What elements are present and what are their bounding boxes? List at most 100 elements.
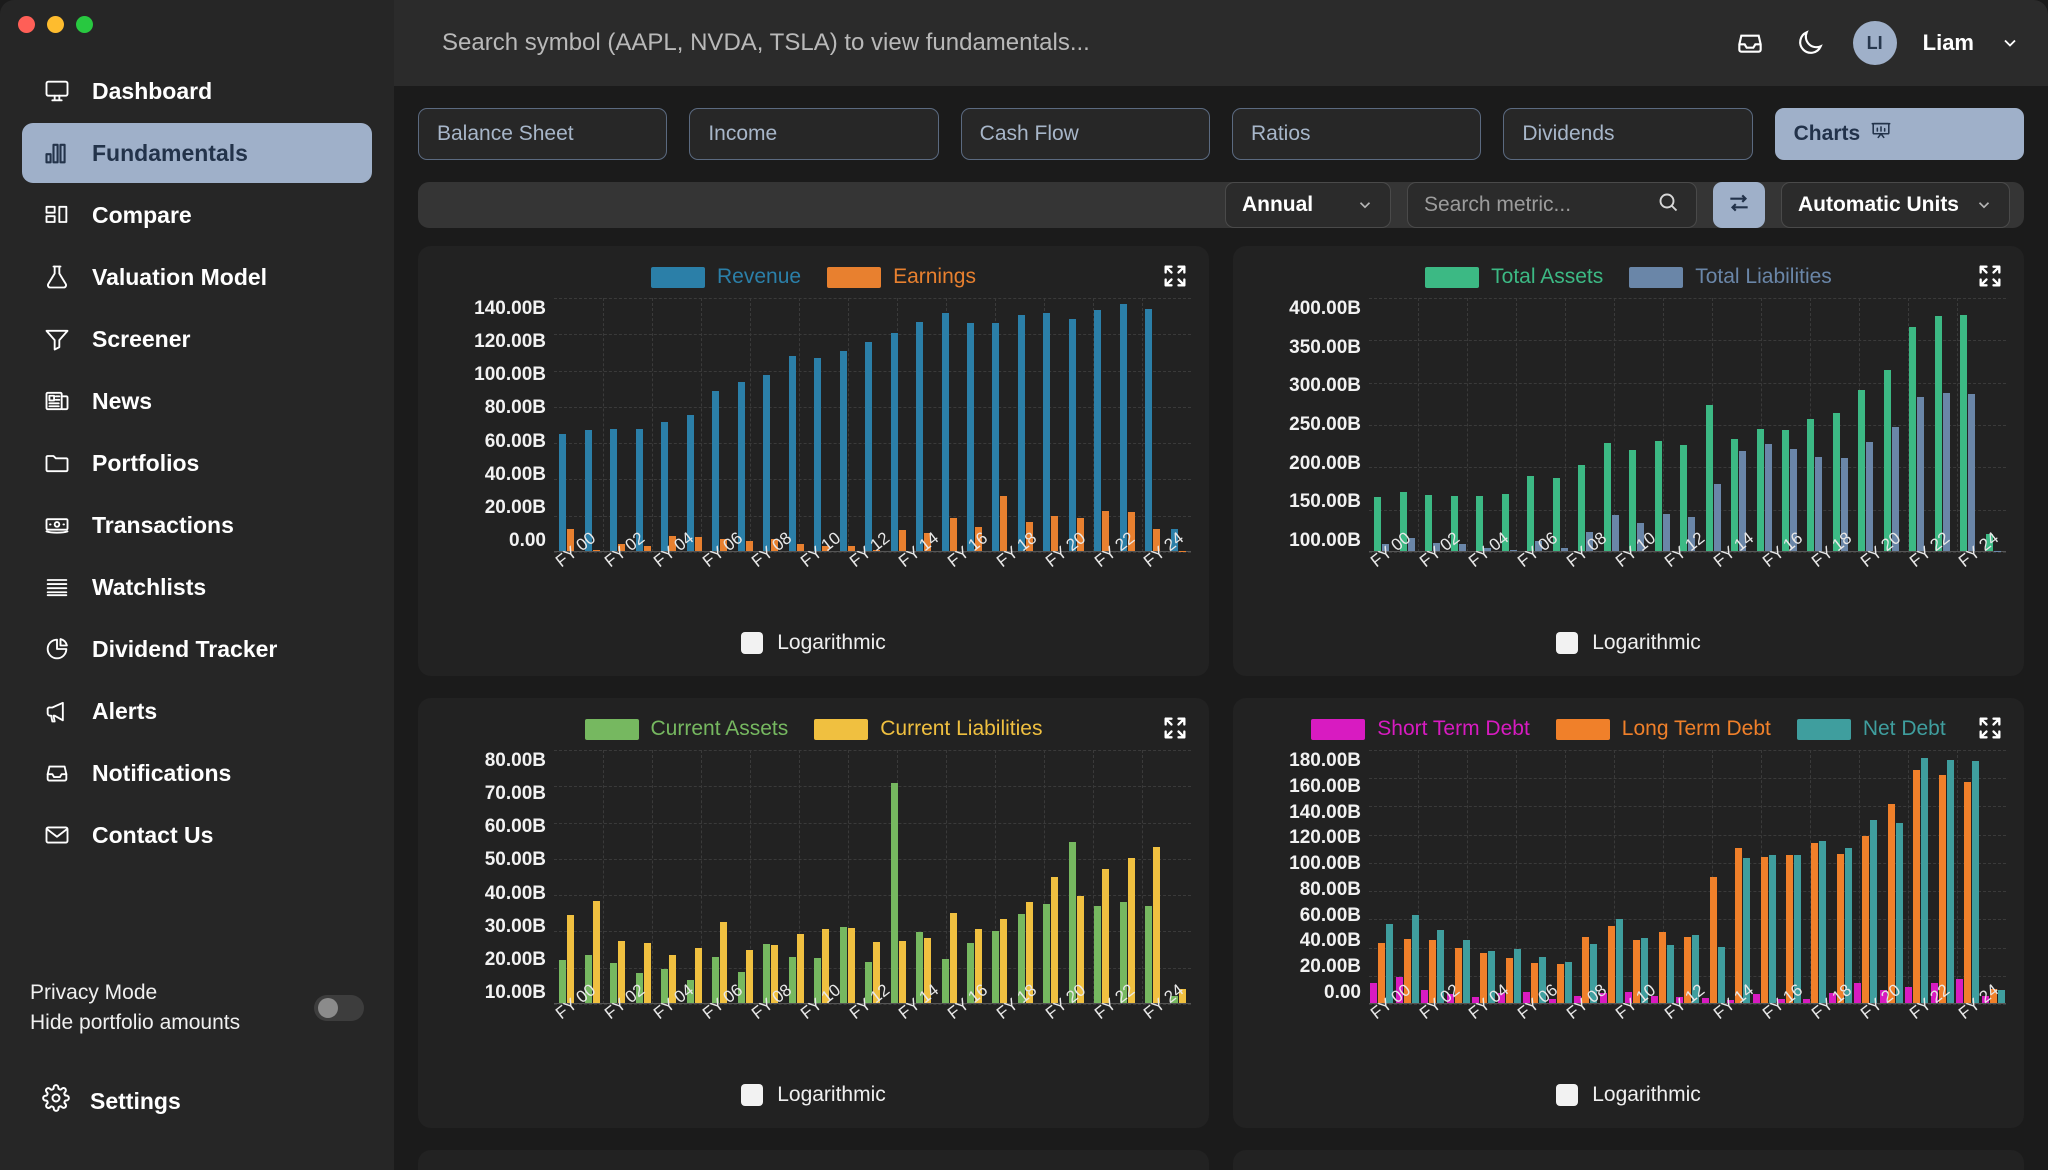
bar-group[interactable] (1369, 298, 1394, 551)
tab-charts[interactable]: Charts (1774, 108, 2024, 160)
bar-group[interactable] (885, 298, 910, 551)
legend-item[interactable]: Current Liabilities (814, 717, 1042, 741)
bar-group[interactable] (681, 298, 706, 551)
chevron-down-icon[interactable] (2000, 33, 2020, 53)
bar-group[interactable] (707, 750, 732, 1003)
bar-group[interactable] (1471, 298, 1496, 551)
units-select[interactable]: Automatic Units (1780, 182, 2010, 228)
bar-group[interactable] (1115, 298, 1140, 551)
expand-icon[interactable] (1976, 714, 2006, 744)
bar-group[interactable] (1879, 750, 1904, 1003)
sidebar-item-portfolios[interactable]: Portfolios (22, 433, 372, 493)
legend-item[interactable]: Revenue (651, 265, 801, 289)
bar-group[interactable] (1089, 298, 1114, 551)
bar-group[interactable] (1471, 750, 1496, 1003)
bar-group[interactable] (1904, 298, 1929, 551)
legend-item[interactable]: Total Liabilities (1629, 265, 1832, 289)
moon-icon[interactable] (1793, 26, 1827, 60)
bar-group[interactable] (1981, 750, 2006, 1003)
bar-group[interactable] (1675, 750, 1700, 1003)
bar-group[interactable] (962, 298, 987, 551)
bar-group[interactable] (809, 750, 834, 1003)
period-select[interactable]: Annual (1224, 182, 1391, 228)
sidebar-item-news[interactable]: News (22, 371, 372, 431)
bar-group[interactable] (860, 298, 885, 551)
bar-group[interactable] (1598, 750, 1623, 1003)
bar-group[interactable] (911, 298, 936, 551)
tab-ratios[interactable]: Ratios (1231, 108, 1482, 160)
bar-group[interactable] (1064, 750, 1089, 1003)
bar-group[interactable] (1624, 298, 1649, 551)
bar-group[interactable] (630, 750, 655, 1003)
bar-group[interactable] (1751, 298, 1776, 551)
sidebar-item-fundamentals[interactable]: Fundamentals (22, 123, 372, 183)
sidebar-item-contact-us[interactable]: Contact Us (22, 805, 372, 865)
bar-group[interactable] (1573, 750, 1598, 1003)
sidebar-item-alerts[interactable]: Alerts (22, 681, 372, 741)
bar-group[interactable] (1420, 298, 1445, 551)
bar-group[interactable] (1598, 298, 1623, 551)
bar-group[interactable] (1038, 298, 1063, 551)
bar-group[interactable] (1853, 750, 1878, 1003)
bar-group[interactable] (707, 298, 732, 551)
bar-group[interactable] (1649, 750, 1674, 1003)
bar-group[interactable] (1853, 298, 1878, 551)
bar-group[interactable] (1700, 298, 1725, 551)
bar-group[interactable] (1955, 298, 1980, 551)
bar-group[interactable] (1777, 298, 1802, 551)
bar-group[interactable] (1064, 298, 1089, 551)
logarithmic-checkbox[interactable] (741, 1084, 764, 1106)
bar-group[interactable] (1675, 298, 1700, 551)
bar-group[interactable] (656, 298, 681, 551)
sidebar-item-dividend-tracker[interactable]: Dividend Tracker (22, 619, 372, 679)
bar-group[interactable] (1013, 750, 1038, 1003)
symbol-search-input[interactable]: Search symbol (AAPL, NVDA, TSLA) to view… (442, 29, 1733, 57)
bar-group[interactable] (1394, 750, 1419, 1003)
bar-group[interactable] (783, 298, 808, 551)
logarithmic-checkbox[interactable] (1556, 632, 1579, 654)
bar-group[interactable] (987, 750, 1012, 1003)
tab-income[interactable]: Income (689, 108, 939, 160)
bar-group[interactable] (1955, 750, 1980, 1003)
bar-group[interactable] (1726, 298, 1751, 551)
legend-item[interactable]: Earnings (827, 265, 976, 289)
bar-group[interactable] (1369, 750, 1394, 1003)
legend-item[interactable]: Short Term Debt (1311, 717, 1530, 741)
bar-group[interactable] (732, 750, 757, 1003)
bar-group[interactable] (936, 298, 961, 551)
sidebar-item-compare[interactable]: Compare (22, 185, 372, 245)
sidebar-item-settings[interactable]: Settings (22, 1084, 201, 1118)
bar-group[interactable] (1038, 750, 1063, 1003)
bar-group[interactable] (1166, 298, 1191, 551)
close-window-button[interactable] (18, 16, 35, 33)
bar-group[interactable] (758, 298, 783, 551)
legend-item[interactable]: Current Assets (584, 717, 788, 741)
sidebar-item-watchlists[interactable]: Watchlists (22, 557, 372, 617)
sidebar-item-valuation-model[interactable]: Valuation Model (22, 247, 372, 307)
bar-group[interactable] (936, 750, 961, 1003)
bar-group[interactable] (911, 750, 936, 1003)
bar-group[interactable] (605, 298, 630, 551)
bar-group[interactable] (783, 750, 808, 1003)
minimize-window-button[interactable] (47, 16, 64, 33)
bar-group[interactable] (1777, 750, 1802, 1003)
bar-group[interactable] (1802, 750, 1827, 1003)
bar-group[interactable] (1547, 298, 1572, 551)
bar-group[interactable] (1522, 750, 1547, 1003)
bar-group[interactable] (860, 750, 885, 1003)
bar-group[interactable] (1394, 298, 1419, 551)
bar-group[interactable] (1013, 298, 1038, 551)
bar-group[interactable] (554, 750, 579, 1003)
swap-axes-button[interactable] (1712, 182, 1765, 228)
bar-group[interactable] (1166, 750, 1191, 1003)
bar-group[interactable] (605, 750, 630, 1003)
sidebar-item-notifications[interactable]: Notifications (22, 743, 372, 803)
maximize-window-button[interactable] (76, 16, 93, 33)
legend-item[interactable]: Total Assets (1425, 265, 1603, 289)
bar-group[interactable] (1420, 750, 1445, 1003)
bar-group[interactable] (681, 750, 706, 1003)
metric-search-input[interactable]: Search metric... (1406, 182, 1697, 228)
bar-group[interactable] (1573, 298, 1598, 551)
privacy-mode-toggle[interactable] (314, 995, 364, 1021)
user-name-label[interactable]: Liam (1923, 30, 1974, 56)
